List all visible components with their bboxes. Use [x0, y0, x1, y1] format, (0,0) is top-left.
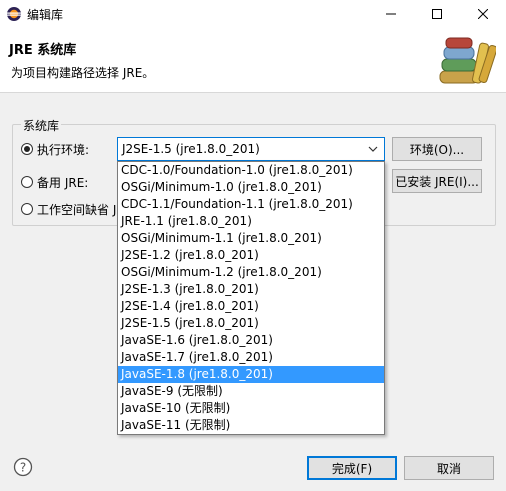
environments-button[interactable]: 环境(O)...: [392, 137, 482, 161]
dropdown-item[interactable]: J2SE-1.2 (jre1.8.0_201): [118, 247, 384, 264]
library-books-icon: [439, 37, 496, 84]
title-bar: 编辑库: [0, 0, 506, 28]
dropdown-item[interactable]: CDC-1.1/Foundation-1.1 (jre1.8.0_201): [118, 196, 384, 213]
group-label: 系统库: [21, 117, 62, 134]
close-button[interactable]: [460, 0, 506, 28]
dropdown-item[interactable]: OSGi/Minimum-1.0 (jre1.8.0_201): [118, 179, 384, 196]
execution-env-label: 执行环境:: [37, 143, 90, 157]
installed-jres-button[interactable]: 已安装 JRE(I)...: [392, 169, 482, 193]
dropdown-item[interactable]: OSGi/Minimum-1.1 (jre1.8.0_201): [118, 230, 384, 247]
dropdown-item[interactable]: JavaSE-10 (无限制): [118, 400, 384, 417]
help-icon[interactable]: ?: [13, 457, 33, 477]
dropdown-item[interactable]: J2SE-1.3 (jre1.8.0_201): [118, 281, 384, 298]
window-title: 编辑库: [27, 8, 64, 22]
header-subtitle: 为项目构建路径选择 JRE。: [11, 66, 155, 80]
dropdown-item[interactable]: CDC-1.0/Foundation-1.0 (jre1.8.0_201): [118, 162, 384, 179]
header-title: JRE 系统库: [9, 43, 77, 58]
dropdown-item[interactable]: J2SE-1.4 (jre1.8.0_201): [118, 298, 384, 315]
workspace-default-radio[interactable]: [21, 203, 33, 215]
dropdown-item[interactable]: JavaSE-9 (无限制): [118, 383, 384, 400]
execution-env-radio[interactable]: [21, 143, 33, 155]
maximize-button[interactable]: [414, 0, 460, 28]
dropdown-item[interactable]: JavaSE-1.7 (jre1.8.0_201): [118, 349, 384, 366]
dropdown-item[interactable]: JavaSE-1.6 (jre1.8.0_201): [118, 332, 384, 349]
finish-button[interactable]: 完成(F): [307, 456, 397, 480]
alternate-jre-radio[interactable]: [21, 176, 33, 188]
dropdown-item[interactable]: JRE-1.1 (jre1.8.0_201): [118, 213, 384, 230]
chevron-down-icon: [368, 146, 378, 152]
dropdown-item-highlighted[interactable]: JavaSE-1.8 (jre1.8.0_201): [118, 366, 384, 383]
dropdown-item[interactable]: J2SE-1.5 (jre1.8.0_201): [118, 315, 384, 332]
combo-selected-value: J2SE-1.5 (jre1.8.0_201): [122, 142, 260, 156]
minimize-icon: [386, 13, 396, 15]
workspace-default-label: 工作空间缺省 J: [37, 203, 116, 217]
dropdown-item[interactable]: OSGi/Minimum-1.2 (jre1.8.0_201): [118, 264, 384, 281]
cancel-button[interactable]: 取消: [404, 456, 494, 480]
eclipse-app-icon: [7, 7, 21, 21]
close-icon: [478, 9, 488, 19]
execution-env-dropdown[interactable]: CDC-1.0/Foundation-1.0 (jre1.8.0_201) OS…: [117, 161, 385, 435]
dialog-header: JRE 系统库 为项目构建路径选择 JRE。: [0, 28, 506, 93]
svg-text:?: ?: [20, 461, 26, 475]
execution-env-combo[interactable]: J2SE-1.5 (jre1.8.0_201): [117, 137, 385, 161]
dropdown-item[interactable]: JavaSE-11 (无限制): [118, 417, 384, 434]
maximize-icon: [432, 9, 442, 19]
alternate-jre-label: 备用 JRE:: [37, 176, 89, 190]
minimize-button[interactable]: [368, 0, 414, 28]
